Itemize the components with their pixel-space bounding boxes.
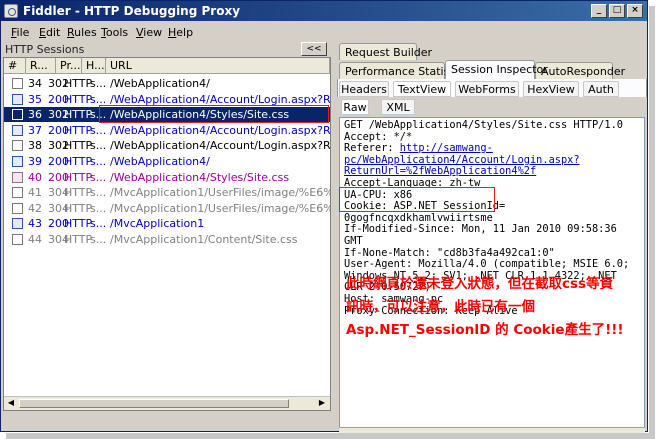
app-window: Fiddler - HTTP Debugging Proxy _ □ × Fil… [0, 0, 648, 433]
table-row[interactable]: 42 304 HTTP s.../MvcApplication1/UserFiles/… [4, 201, 330, 216]
table-row[interactable]: 41 304 HTTP s.../MvcApplication1/UserFiles/… [4, 185, 330, 200]
title-bar[interactable]: Fiddler - HTTP Debugging Proxy _ □ × [1, 1, 647, 21]
table-row[interactable]: 38 302 HTTP s.../WebApplication4/Account/Lo… [4, 138, 330, 153]
row-host: s... [90, 77, 107, 90]
row-number: 44 [28, 233, 42, 246]
referer-link-cont[interactable]: ReturnUrl=%2fWebApplication4%2f [344, 165, 536, 178]
row-number: 39 [28, 155, 42, 168]
row-url: /WebApplication4/Account/Login.aspx?Retu… [110, 92, 331, 106]
row-number: 42 [28, 201, 42, 215]
row-host: s... [90, 139, 107, 153]
menu-edit[interactable]: Edit [39, 26, 60, 39]
table-row[interactable]: 37 200 HTTP s.../WebApplication4/Account/Lo… [4, 123, 330, 138]
fiddler-icon [4, 4, 18, 18]
table-row[interactable]: 44 304 HTTP s.../MvcApplication1/Content/Si… [4, 232, 330, 247]
scroll-thumb[interactable] [19, 399, 289, 408]
row-url: /WebApplication4/Account/Login.aspx?Retu… [110, 139, 331, 153]
row-url: /MvcApplication1/UserFiles/image/%E6%93% [110, 186, 330, 200]
css-icon [12, 171, 23, 183]
row-url: /MvcApplication1 [110, 217, 205, 231]
row-host: s... [90, 233, 107, 246]
row-url: /WebApplication4/Account/Login.aspx?Retu… [110, 123, 331, 137]
status-strip [339, 427, 645, 433]
row-host: s... [90, 186, 107, 200]
scroll-right-icon[interactable]: ▶ [316, 398, 328, 409]
row-number: 38 [28, 139, 42, 153]
row-number: 43 [28, 217, 42, 231]
row-number: 41 [28, 186, 42, 200]
row-number: 40 [28, 170, 42, 184]
tab-session-inspector[interactable]: Session Inspector [445, 60, 548, 79]
minimize-button[interactable]: _ [591, 4, 607, 18]
tab-xml[interactable]: XML [381, 99, 415, 115]
row-host: s... [90, 201, 107, 215]
menu-tools[interactable]: Tools [101, 26, 128, 39]
table-row[interactable]: 34 302 HTTP s.../WebApplication4/ [4, 76, 330, 91]
menu-view[interactable]: View [136, 26, 162, 39]
html-icon [12, 93, 23, 105]
image-icon [12, 202, 23, 214]
tab-request-builder[interactable]: Request Builder [339, 43, 432, 60]
html-icon [12, 218, 23, 230]
row-url: /MvcApplication1/UserFiles/image/%E6%93% [110, 201, 330, 215]
row-url: /WebApplication4/ [110, 77, 210, 90]
column-number[interactable]: # [4, 58, 26, 74]
row-url: /WebApplication4/ [110, 155, 210, 168]
sessions-header: HTTP Sessions [5, 43, 85, 56]
menu-bar: File Edit Rules Tools View Help [1, 23, 647, 41]
row-url: /MvcApplication1/Content/Site.css [110, 233, 298, 246]
menu-help[interactable]: Help [168, 26, 193, 39]
column-host[interactable]: H... [82, 58, 106, 74]
image-icon [12, 187, 23, 199]
tab-webforms[interactable]: WebForms [455, 81, 519, 97]
annotation-line: Asp.NET_SessionID 的 Cookie產生了!!! [346, 322, 624, 338]
tab-raw[interactable]: Raw [341, 99, 369, 115]
annotation-line: 此時網頁於還未登入狀態，但在截取css等資 [346, 276, 614, 292]
close-button[interactable]: × [627, 4, 643, 18]
highlight-box [99, 105, 329, 123]
referer-link-cont[interactable]: pc/WebApplication4/Account/Login.aspx? [344, 154, 580, 166]
row-number: 36 [28, 108, 42, 122]
page-icon [12, 109, 23, 121]
column-result[interactable]: R... [26, 58, 56, 74]
table-row[interactable]: 43 200 HTTP s.../MvcApplication1 [4, 216, 330, 231]
maximize-button[interactable]: □ [609, 4, 625, 18]
tab-textview[interactable]: TextView [393, 81, 451, 97]
window-shadow [6, 433, 655, 439]
menu-file[interactable]: File [11, 26, 29, 39]
table-row[interactable]: 39 200 HTTP s.../WebApplication4/ [4, 154, 330, 169]
html-icon [12, 124, 23, 136]
row-number: 37 [28, 123, 42, 137]
row-url: /WebApplication4/Styles/Site.css [110, 170, 290, 184]
page-icon [12, 140, 23, 152]
row-host: s... [90, 123, 107, 137]
tab-hexview[interactable]: HexView [523, 81, 579, 97]
scroll-left-icon[interactable]: ◀ [5, 398, 17, 409]
tab-auth[interactable]: Auth [583, 81, 619, 97]
column-protocol[interactable]: Pr... [56, 58, 82, 74]
horizontal-scrollbar[interactable]: ◀ ▶ [4, 396, 330, 410]
menu-rules[interactable]: Rules [67, 26, 97, 39]
annotation-line: 訊時，可以注意，此時已有一個 [346, 299, 535, 315]
tab-performance-statistics[interactable]: Performance Statistics [339, 62, 469, 79]
row-host: s... [90, 155, 107, 168]
row-number: 35 [28, 92, 42, 106]
collapse-button[interactable]: << [301, 42, 327, 56]
row-host: s... [90, 170, 107, 184]
table-row[interactable]: 40 200 HTTP s.../WebApplication4/Styles/Sit… [4, 170, 330, 185]
annotation-text: 此時網頁於還未登入狀態，但在截取css等資 訊時，可以注意，此時已有一個 Asp… [346, 273, 646, 342]
page-icon [12, 78, 23, 89]
html-icon [12, 156, 23, 167]
cookie-highlight-box [339, 187, 495, 212]
window-shadow [649, 6, 655, 438]
row-host: s... [90, 217, 107, 231]
column-url[interactable]: URL [106, 58, 330, 74]
pane-splitter[interactable] [332, 43, 336, 423]
row-number: 34 [28, 77, 42, 90]
tab-headers[interactable]: Headers [339, 81, 389, 97]
page-icon [12, 234, 23, 245]
referer-link[interactable]: http://samwang- [400, 142, 493, 154]
window-title: Fiddler - HTTP Debugging Proxy [23, 4, 241, 18]
row-host: s... [90, 92, 107, 106]
